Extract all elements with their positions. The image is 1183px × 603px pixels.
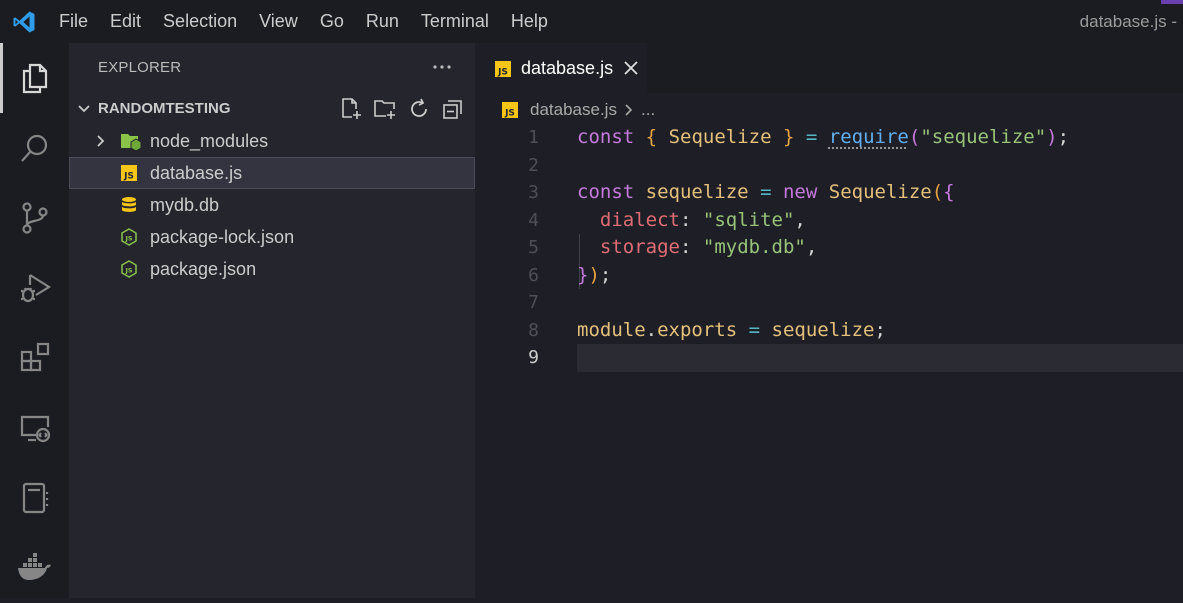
tab-label: database.js <box>521 43 613 93</box>
code-line: 5 storage: "mydb.db", <box>475 234 1183 262</box>
database-icon <box>120 196 138 214</box>
node-json-icon: JS <box>120 228 138 246</box>
collapse-all-icon[interactable] <box>441 97 465 121</box>
workspace-name: RANDOMTESTING <box>98 93 231 125</box>
line-number: 2 <box>475 152 539 180</box>
menu-go[interactable]: Go <box>309 0 355 43</box>
extensions-icon[interactable] <box>0 323 69 393</box>
svg-text:JS: JS <box>497 68 508 78</box>
tree-item-mydb[interactable]: mydb.db <box>69 189 475 221</box>
notebook-icon[interactable] <box>0 463 69 533</box>
vscode-logo-icon <box>0 0 48 43</box>
code-editor[interactable]: 1 const { Sequelize } = require("sequeli… <box>475 124 1183 598</box>
tab-database-js[interactable]: JS database.js <box>475 43 647 93</box>
menu-file[interactable]: File <box>48 0 99 43</box>
code-text: }); <box>577 262 611 290</box>
folder-node-icon <box>120 132 138 150</box>
activity-bar <box>0 43 69 598</box>
code-text: storage: "mydb.db", <box>577 234 817 262</box>
menu-edit[interactable]: Edit <box>99 0 152 43</box>
tree-item-label: node_modules <box>150 125 268 157</box>
section-actions <box>339 97 465 121</box>
node-json-icon: JS <box>120 260 138 278</box>
menu-run[interactable]: Run <box>355 0 410 43</box>
editor-group: JS database.js JS database.js ... 1 cons… <box>475 43 1183 598</box>
close-icon[interactable] <box>623 60 639 76</box>
line-number: 1 <box>475 124 539 152</box>
chevron-down-icon <box>77 102 91 121</box>
breadcrumb-file[interactable]: database.js <box>530 93 617 127</box>
svg-text:JS: JS <box>124 235 132 243</box>
docker-icon[interactable] <box>0 533 69 603</box>
code-line: 8 module.exports = sequelize; <box>475 317 1183 345</box>
code-text: const sequelize = new Sequelize({ <box>577 179 955 207</box>
more-actions-icon[interactable] <box>431 56 453 78</box>
code-text: module.exports = sequelize; <box>577 317 886 345</box>
code-text: const { Sequelize } = require("sequelize… <box>577 124 1069 152</box>
menu-help[interactable]: Help <box>500 0 559 43</box>
explorer-title: EXPLORER <box>98 43 181 93</box>
line-number: 6 <box>475 262 539 290</box>
current-line-highlight <box>577 344 1183 372</box>
explorer-sidebar: EXPLORER RANDOMTESTING node_modules JS d… <box>69 43 475 598</box>
code-line: 7 <box>475 289 1183 317</box>
js-file-icon: JS <box>494 60 512 83</box>
new-folder-icon[interactable] <box>373 97 397 121</box>
code-line: 2 <box>475 152 1183 180</box>
search-icon[interactable] <box>0 113 69 183</box>
breadcrumb: JS database.js ... <box>475 93 1183 127</box>
remote-explorer-icon[interactable] <box>0 393 69 463</box>
menu-bar: File Edit Selection View Go Run Terminal… <box>48 0 559 43</box>
line-number: 3 <box>475 179 539 207</box>
window-accent <box>1161 0 1183 4</box>
tree-item-label: package-lock.json <box>150 221 294 253</box>
line-number: 5 <box>475 234 539 262</box>
js-file-icon: JS <box>120 164 138 182</box>
window-title: database.js - <box>1080 0 1177 43</box>
menu-terminal[interactable]: Terminal <box>410 0 500 43</box>
tree-item-package-json[interactable]: JS package.json <box>69 253 475 285</box>
line-number: 9 <box>475 344 539 372</box>
tab-bar: JS database.js <box>475 43 1183 93</box>
breadcrumb-symbols[interactable]: ... <box>641 93 655 127</box>
menu-view[interactable]: View <box>248 0 309 43</box>
svg-text:JS: JS <box>124 267 132 275</box>
code-line-current: 9 <box>475 344 1183 372</box>
code-line: 1 const { Sequelize } = require("sequeli… <box>475 124 1183 152</box>
run-debug-icon[interactable] <box>0 253 69 323</box>
title-bar: File Edit Selection View Go Run Terminal… <box>0 0 1183 43</box>
tree-item-label: mydb.db <box>150 189 219 221</box>
chevron-right-icon <box>94 134 108 153</box>
tree-item-database-js[interactable]: JS database.js <box>69 157 475 189</box>
source-control-icon[interactable] <box>0 183 69 253</box>
tree-item-label: package.json <box>150 253 256 285</box>
line-number: 4 <box>475 207 539 235</box>
workspace-section-header[interactable]: RANDOMTESTING <box>69 93 475 125</box>
code-line: 4 dialect: "sqlite", <box>475 207 1183 235</box>
js-file-icon: JS <box>501 101 519 124</box>
code-text: dialect: "sqlite", <box>577 207 806 235</box>
svg-text:JS: JS <box>504 109 515 119</box>
chevron-right-icon <box>623 103 635 122</box>
line-number: 7 <box>475 289 539 317</box>
explorer-icon[interactable] <box>0 43 69 113</box>
code-line: 6 }); <box>475 262 1183 290</box>
new-file-icon[interactable] <box>339 97 363 121</box>
refresh-icon[interactable] <box>407 97 431 121</box>
menu-selection[interactable]: Selection <box>152 0 248 43</box>
tree-item-label: database.js <box>150 157 242 189</box>
svg-text:JS: JS <box>123 172 134 182</box>
code-line: 3 const sequelize = new Sequelize({ <box>475 179 1183 207</box>
line-number: 8 <box>475 317 539 345</box>
tree-item-node-modules[interactable]: node_modules <box>69 125 475 157</box>
tree-item-package-lock-json[interactable]: JS package-lock.json <box>69 221 475 253</box>
